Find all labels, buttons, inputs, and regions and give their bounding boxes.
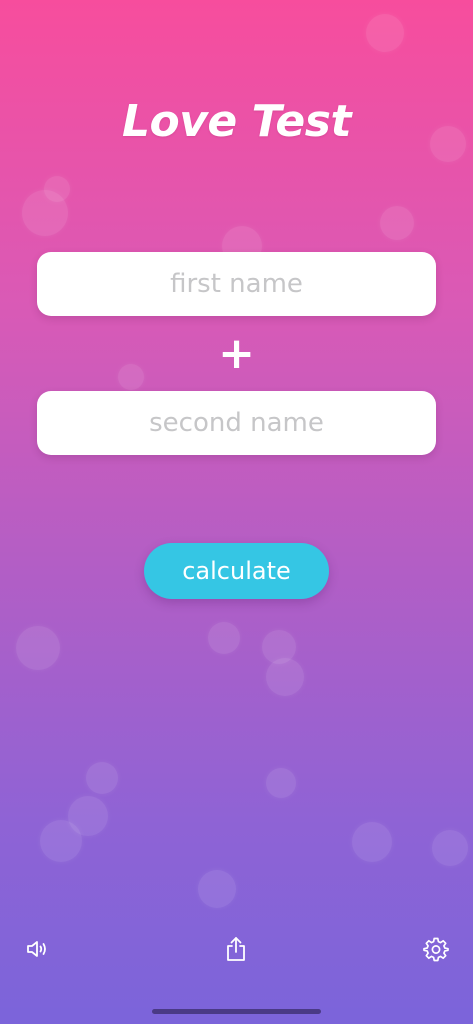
bokeh-decoration	[208, 622, 240, 654]
sound-toggle-button[interactable]	[22, 934, 52, 964]
home-indicator[interactable]	[152, 1009, 321, 1014]
bokeh-decoration	[86, 762, 118, 794]
plus-symbol: +	[218, 328, 255, 379]
app-title: Love Test	[121, 96, 352, 147]
share-button[interactable]	[221, 934, 251, 964]
share-icon	[227, 937, 245, 961]
bokeh-decoration	[366, 14, 404, 52]
bokeh-decoration	[40, 820, 82, 862]
calculate-button[interactable]: calculate	[144, 543, 329, 599]
bokeh-decoration	[44, 176, 70, 202]
bokeh-decoration	[266, 658, 304, 696]
gear-icon	[423, 937, 449, 962]
bokeh-decoration	[352, 822, 392, 862]
second-name-input[interactable]	[37, 391, 436, 455]
settings-button[interactable]	[421, 934, 451, 964]
bokeh-decoration	[198, 870, 236, 908]
bokeh-decoration	[432, 830, 468, 866]
bokeh-decoration	[380, 206, 414, 240]
bokeh-decoration	[16, 626, 60, 670]
first-name-input[interactable]	[37, 252, 436, 316]
speaker-icon	[27, 941, 46, 957]
love-test-screen: Love Test + calculate	[0, 0, 473, 1024]
bokeh-decoration	[266, 768, 296, 798]
